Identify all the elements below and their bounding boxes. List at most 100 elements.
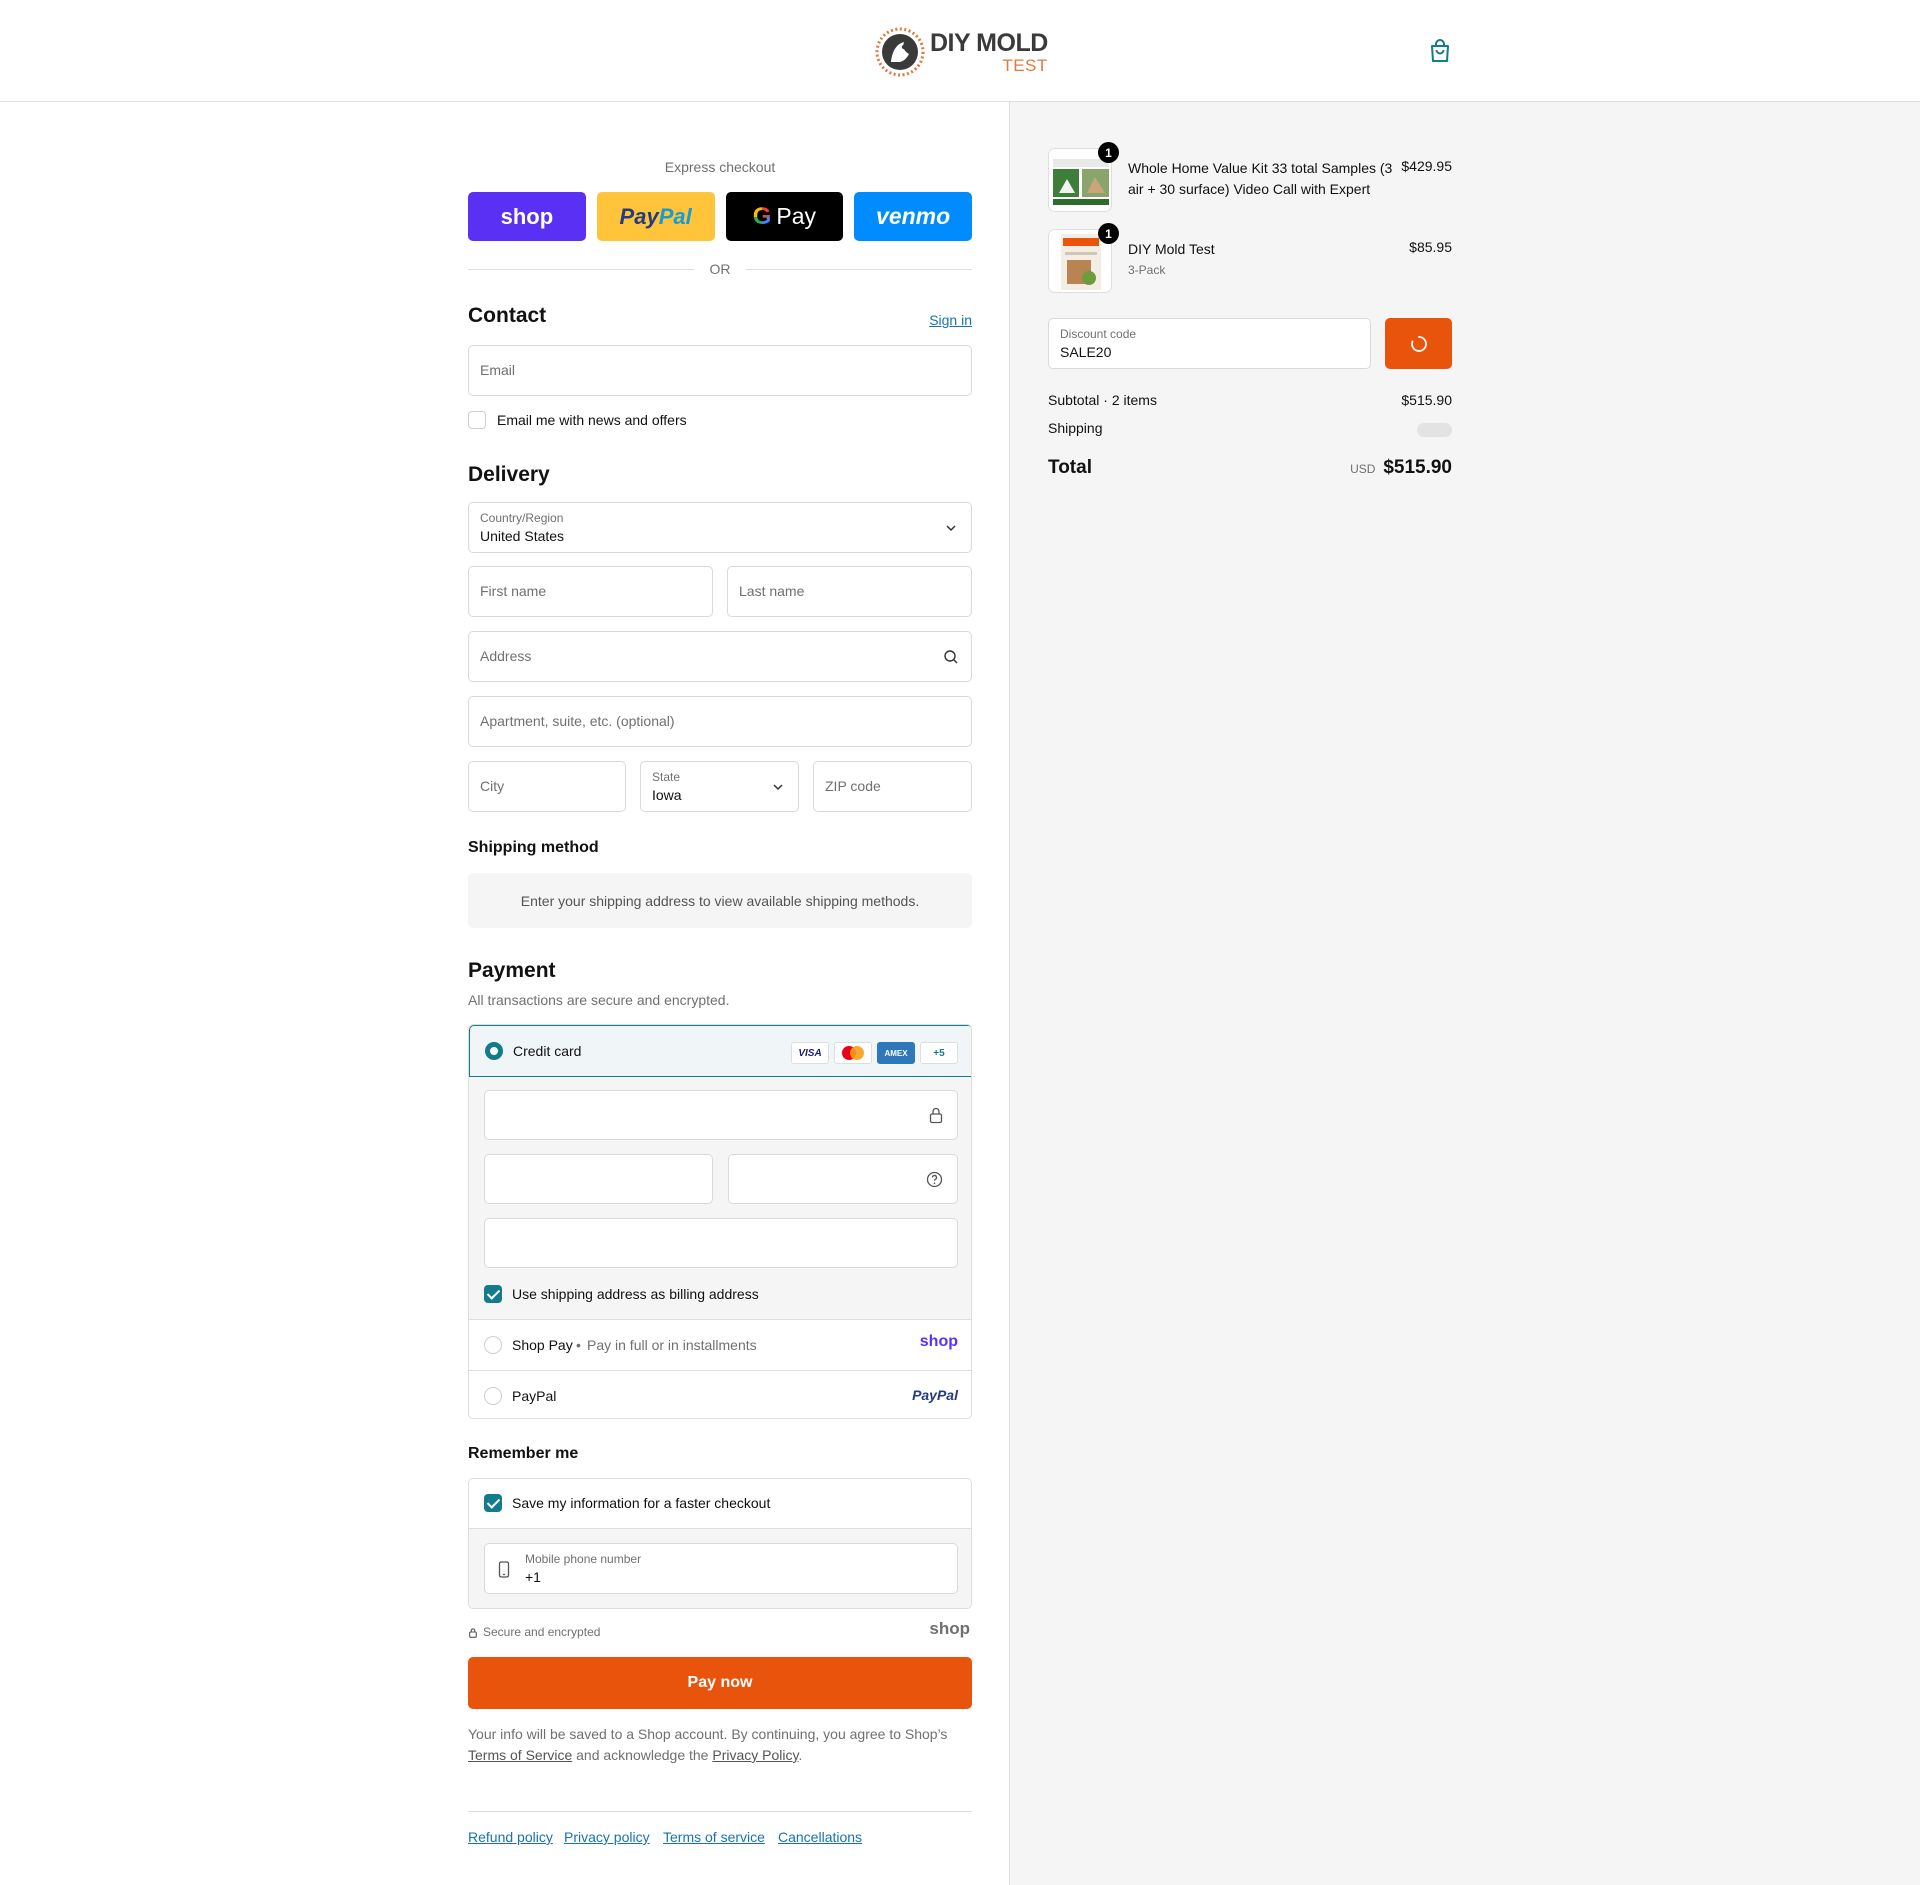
quantity-badge: 1 <box>1098 223 1119 244</box>
phone-icon <box>498 1561 510 1578</box>
first-name-placeholder: First name <box>480 583 547 599</box>
shipping-method-heading: Shipping method <box>468 839 599 856</box>
pay-now-button[interactable]: Pay now <box>468 1657 972 1709</box>
subtotal-label: Subtotal · 2 items <box>1048 392 1157 408</box>
credit-card-radio[interactable] <box>485 1042 503 1060</box>
lock-icon <box>469 1628 477 1638</box>
shop-pay-logo: shop <box>500 203 554 229</box>
subtotal-value: $515.90 <box>1401 392 1452 408</box>
last-name-field[interactable]: Last name <box>727 566 972 617</box>
help-icon[interactable] <box>926 1171 943 1188</box>
security-code-field[interactable] <box>728 1154 958 1204</box>
state-label: State <box>652 770 681 784</box>
name-on-card-field[interactable] <box>484 1218 958 1268</box>
paypal-logo: PayPal <box>912 1387 958 1403</box>
email-news-label: Email me with news and offers <box>497 412 687 428</box>
expiration-date-field[interactable] <box>484 1154 713 1204</box>
terms-of-service-link[interactable]: Terms of service <box>663 1829 765 1845</box>
visa-icon: VISA <box>791 1042 829 1064</box>
total-label: Total <box>1048 457 1092 478</box>
google-pay-label: Pay <box>776 203 817 229</box>
item-price: $429.95 <box>1401 158 1452 174</box>
express-checkout-label: Express checkout <box>664 159 776 175</box>
lock-icon <box>929 1107 943 1124</box>
card-details-form: Use shipping address as billing address <box>469 1077 971 1320</box>
shopping-bag-icon[interactable] <box>1428 38 1452 64</box>
country-label: Country/Region <box>480 511 564 525</box>
total-row: Total USD $515.90 <box>1048 457 1452 487</box>
city-field[interactable]: City <box>468 761 626 812</box>
cancellations-link[interactable]: Cancellations <box>778 1829 862 1845</box>
email-news-checkbox[interactable] <box>468 411 486 429</box>
chevron-down-icon <box>773 784 783 791</box>
checkout-header: DIY MOLD TEST <box>0 0 1920 102</box>
paypal-logo: PayPal <box>619 203 692 229</box>
shop-pay-express-button[interactable]: shop <box>468 192 586 241</box>
address-field[interactable]: Address <box>468 631 972 682</box>
logo-subtitle: TEST <box>1002 55 1048 75</box>
loading-spinner-icon <box>1410 335 1427 352</box>
credit-card-label: Credit card <box>513 1043 582 1059</box>
save-info-option[interactable]: Save my information for a faster checkou… <box>469 1479 971 1529</box>
total-currency: USD <box>1350 462 1376 476</box>
apartment-placeholder: Apartment, suite, etc. (optional) <box>480 713 675 729</box>
search-icon <box>944 650 958 664</box>
shipping-method-message: Enter your shipping address to view avai… <box>520 892 920 909</box>
legal-text-3: . <box>798 1747 803 1763</box>
apply-discount-button[interactable] <box>1385 318 1452 369</box>
amex-icon: AMEX <box>877 1042 915 1064</box>
total-value: $515.90 <box>1383 457 1452 478</box>
sign-in-link[interactable]: Sign in <box>929 312 972 328</box>
logo-mark-icon <box>874 26 926 78</box>
card-number-field[interactable] <box>484 1090 958 1140</box>
cart-item: 1 Whole Home Value Kit 33 total Samples … <box>1048 142 1452 212</box>
item-price: $85.95 <box>1409 239 1452 255</box>
discount-code-field[interactable]: Discount code SALE20 <box>1048 318 1371 369</box>
item-name: DIY Mold Test <box>1128 241 1215 257</box>
save-info-checkbox[interactable] <box>484 1494 502 1512</box>
credit-card-option[interactable]: Credit card VISA AMEX +5 <box>469 1025 971 1077</box>
shop-terms-link[interactable]: Terms of Service <box>468 1747 572 1763</box>
billing-same-checkbox[interactable] <box>484 1285 502 1303</box>
paypal-radio[interactable] <box>484 1387 502 1405</box>
cart-item: 1 DIY Mold Test 3-Pack $85.95 <box>1048 223 1452 293</box>
apartment-field[interactable]: Apartment, suite, etc. (optional) <box>468 696 972 747</box>
remember-me-box: Save my information for a faster checkou… <box>468 1478 972 1609</box>
country-select[interactable]: Country/Region United States <box>468 502 972 553</box>
venmo-express-button[interactable]: venmo <box>854 192 972 241</box>
more-cards-badge: +5 <box>920 1042 958 1064</box>
mastercard-icon <box>834 1042 872 1064</box>
mobile-phone-field[interactable]: Mobile phone number +1 <box>484 1543 958 1594</box>
zip-field[interactable]: ZIP code <box>813 761 972 812</box>
country-value: United States <box>480 528 565 544</box>
save-info-label: Save my information for a faster checkou… <box>512 1495 771 1511</box>
policy-footer: Refund policy Privacy policy Terms of se… <box>468 1811 972 1845</box>
venmo-logo: venmo <box>876 203 951 229</box>
privacy-policy-link[interactable]: Privacy policy <box>564 1829 650 1845</box>
email-field[interactable]: Email <box>468 345 972 396</box>
shop-pay-radio[interactable] <box>484 1336 502 1354</box>
address-placeholder: Address <box>480 648 532 664</box>
legal-notice: Your info will be saved to a Shop accoun… <box>468 1724 972 1766</box>
first-name-field[interactable]: First name <box>468 566 713 617</box>
order-summary-panel <box>1009 102 1920 1885</box>
state-select[interactable]: State Iowa <box>640 761 799 812</box>
payment-heading: Payment <box>468 959 556 982</box>
billing-same-label: Use shipping address as billing address <box>512 1286 759 1302</box>
google-pay-express-button[interactable]: G Pay <box>725 192 844 241</box>
shop-logo: shop <box>929 1619 970 1638</box>
contact-heading: Contact <box>468 304 547 327</box>
shop-pay-subtitle: Pay in full or in installments <box>587 1337 757 1353</box>
store-logo[interactable]: DIY MOLD TEST <box>874 24 1048 80</box>
chevron-down-icon <box>946 525 956 532</box>
subtotal-row: Subtotal · 2 items $515.90 <box>1048 392 1452 408</box>
paypal-label: PayPal <box>512 1388 557 1404</box>
paypal-option[interactable]: PayPal PayPal <box>469 1370 971 1418</box>
shop-privacy-link[interactable]: Privacy Policy <box>712 1747 798 1763</box>
refund-policy-link[interactable]: Refund policy <box>468 1829 553 1845</box>
shipping-label: Shipping <box>1048 420 1103 436</box>
email-placeholder: Email <box>480 362 516 378</box>
shop-pay-option[interactable]: Shop Pay • Pay in full or in installment… <box>469 1320 971 1370</box>
paypal-express-button[interactable]: PayPal <box>596 192 715 241</box>
or-label: OR <box>709 261 731 277</box>
